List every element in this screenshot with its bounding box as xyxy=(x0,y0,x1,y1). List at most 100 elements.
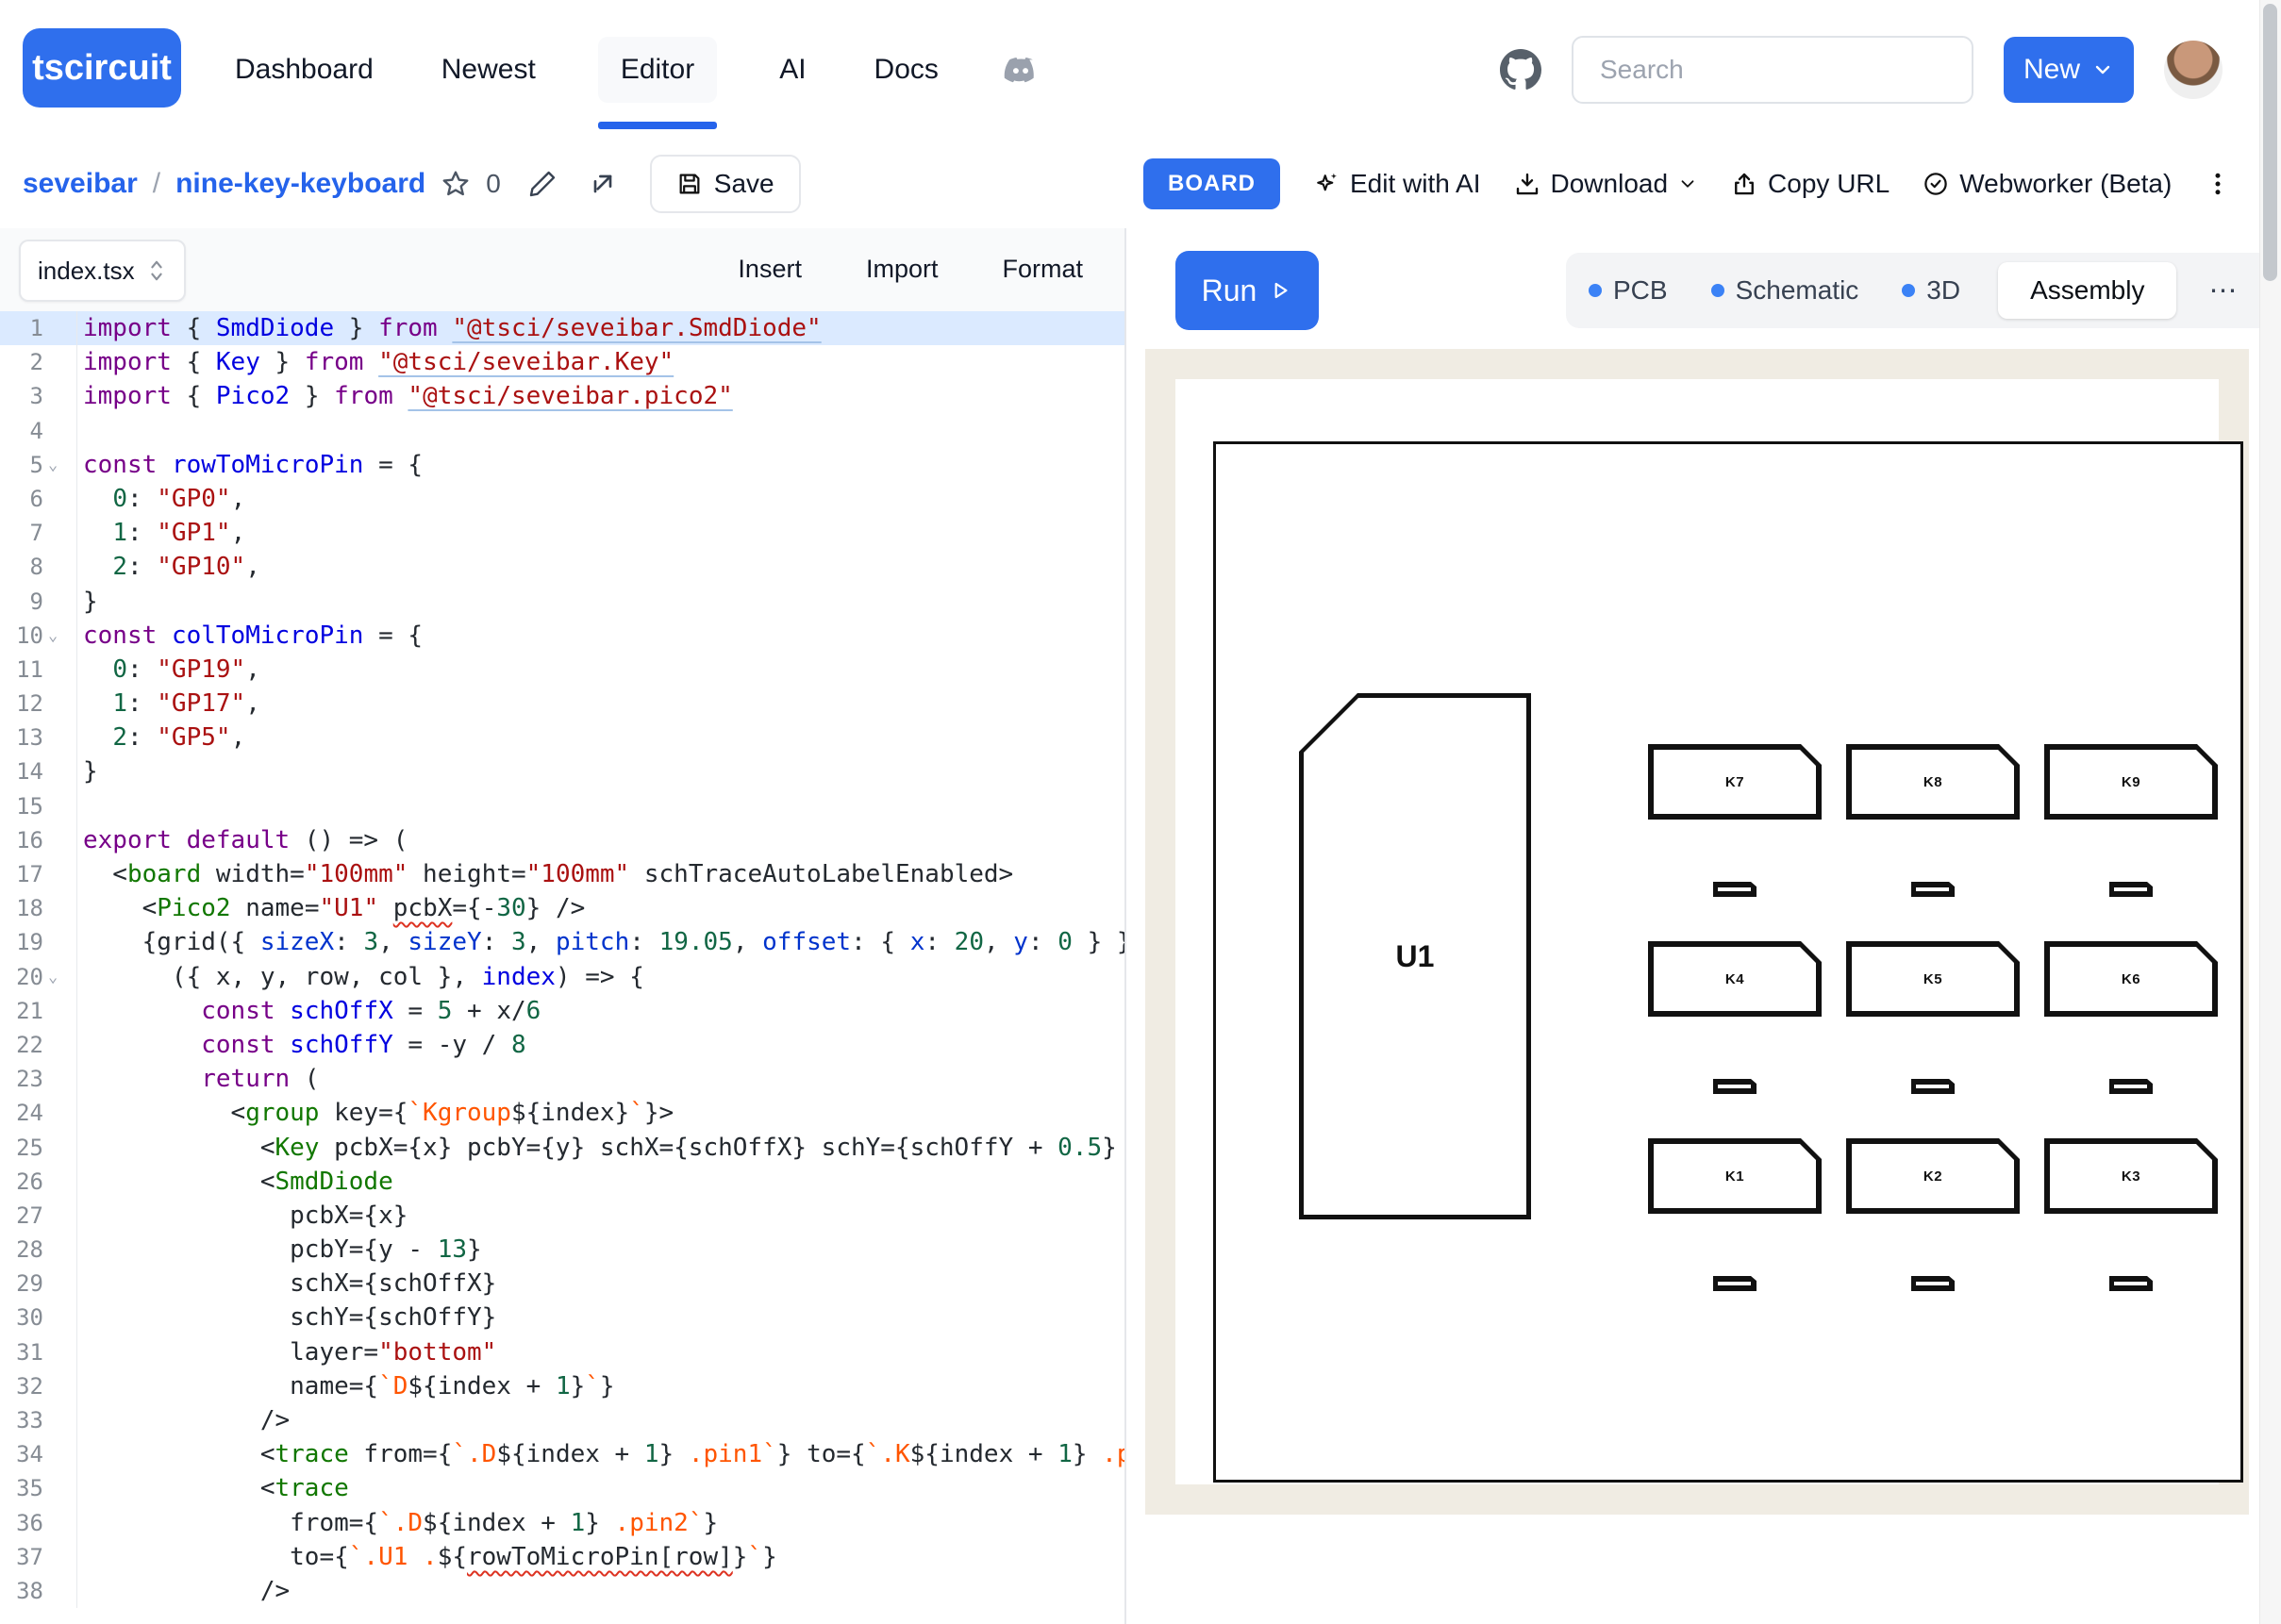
fold-spacer xyxy=(43,585,76,619)
nav-docs[interactable]: Docs xyxy=(869,37,944,103)
assembly-board: U1 K7K8K9K4K5K6K1K2K3 xyxy=(1213,441,2243,1483)
component-u1-body: U1 xyxy=(1304,698,1526,1215)
save-button[interactable]: Save xyxy=(650,155,801,213)
code-line[interactable]: 29 schX={schOffX} xyxy=(0,1267,1124,1301)
code-line[interactable]: 36 from={`.D${index + 1} .pin2`} xyxy=(0,1506,1124,1540)
code-line[interactable]: 11 0: "GP19", xyxy=(0,653,1124,687)
code-line[interactable]: 28 pcbY={y - 13} xyxy=(0,1233,1124,1267)
code-line[interactable]: 17 <board width="100mm" height="100mm" s… xyxy=(0,857,1124,891)
avatar[interactable] xyxy=(2164,41,2223,99)
tab-3d[interactable]: 3D xyxy=(1896,275,1966,306)
kebab-menu-icon[interactable] xyxy=(2204,168,2232,200)
code-line-text: const rowToMicroPin = { xyxy=(76,448,423,482)
nav-ai[interactable]: AI xyxy=(774,37,811,103)
tab-pcb[interactable]: PCB xyxy=(1583,275,1673,306)
code-line-text xyxy=(76,789,83,823)
code-line[interactable]: 4 xyxy=(0,414,1124,448)
code-line[interactable]: 35 <trace xyxy=(0,1471,1124,1505)
code-line[interactable]: 3import { Pico2 } from "@tsci/seveibar.p… xyxy=(0,379,1124,413)
menu-import[interactable]: Import xyxy=(866,255,939,284)
code-line[interactable]: 1import { SmdDiode } from "@tsci/seveiba… xyxy=(0,311,1124,345)
nav-dashboard[interactable]: Dashboard xyxy=(229,37,379,103)
code-line[interactable]: 7 1: "GP1", xyxy=(0,516,1124,550)
discord-icon[interactable] xyxy=(1001,50,1041,90)
pencil-icon[interactable] xyxy=(527,169,558,199)
nav-editor[interactable]: Editor xyxy=(598,37,717,103)
code-line[interactable]: 30 schY={schOffY} xyxy=(0,1301,1124,1334)
code-line[interactable]: 23 return ( xyxy=(0,1062,1124,1096)
open-share-icon[interactable] xyxy=(588,169,618,199)
star-icon[interactable] xyxy=(441,169,471,199)
fold-spacer xyxy=(43,1301,76,1334)
code-line[interactable]: 31 layer="bottom" xyxy=(0,1335,1124,1369)
fold-spacer xyxy=(43,379,76,413)
search-input[interactable] xyxy=(1572,36,1973,104)
code-line[interactable]: 8 2: "GP10", xyxy=(0,550,1124,584)
code-line[interactable]: 5⌄const rowToMicroPin = { xyxy=(0,448,1124,482)
key-body: K2 xyxy=(1852,1144,2014,1208)
tscircuit-logo[interactable]: tscircuit xyxy=(23,28,181,108)
copy-url-button[interactable]: Copy URL xyxy=(1730,169,1890,199)
fold-arrow-icon[interactable]: ⌄ xyxy=(43,960,76,994)
webworker-toggle[interactable]: Webworker (Beta) xyxy=(1922,169,2172,199)
code-line[interactable]: 16export default () => ( xyxy=(0,823,1124,857)
run-button[interactable]: Run xyxy=(1175,251,1319,330)
nav-newest[interactable]: Newest xyxy=(436,37,541,103)
code-line[interactable]: 20⌄ ({ x, y, row, col }, index) => { xyxy=(0,960,1124,994)
copy-url-label: Copy URL xyxy=(1768,169,1890,199)
tabs-more-icon[interactable]: ⋯ xyxy=(2208,274,2239,307)
code-line[interactable]: 19 {grid({ sizeX: 3, sizeY: 3, pitch: 19… xyxy=(0,925,1124,959)
code-line[interactable]: 22 const schOffY = -y / 8 xyxy=(0,1028,1124,1062)
code-line[interactable]: 38 /> xyxy=(0,1574,1124,1608)
menu-format[interactable]: Format xyxy=(1002,255,1083,284)
file-selector[interactable]: index.tsx xyxy=(19,240,186,302)
github-icon[interactable] xyxy=(1500,49,1541,91)
breadcrumb-project[interactable]: nine-key-keyboard xyxy=(175,168,425,200)
menu-insert[interactable]: Insert xyxy=(738,255,802,284)
fold-spacer xyxy=(43,1028,76,1062)
assembly-canvas[interactable]: U1 K7K8K9K4K5K6K1K2K3 xyxy=(1175,379,2219,1484)
code-line-text: from={`.D${index + 1} .pin2`} xyxy=(76,1506,718,1540)
tab-assembly[interactable]: Assembly xyxy=(1998,262,2176,319)
view-tabs: PCB Schematic 3D Assembly ⋯ xyxy=(1566,253,2275,328)
board-badge[interactable]: BOARD xyxy=(1143,158,1280,209)
code-line[interactable]: 13 2: "GP5", xyxy=(0,721,1124,754)
code-line[interactable]: 18 <Pico2 name="U1" pcbX={-30} /> xyxy=(0,891,1124,925)
code-line-text: 0: "GP0", xyxy=(76,482,245,516)
code-line[interactable]: 34 <trace from={`.D${index + 1} .pin1`} … xyxy=(0,1437,1124,1471)
code-line[interactable]: 12 1: "GP17", xyxy=(0,687,1124,721)
code-line[interactable]: 9} xyxy=(0,585,1124,619)
code-line-text: <SmdDiode xyxy=(76,1165,393,1199)
component-diode xyxy=(1713,882,1757,897)
code-line[interactable]: 26 <SmdDiode xyxy=(0,1165,1124,1199)
code-line[interactable]: 14} xyxy=(0,754,1124,788)
line-number: 3 xyxy=(0,379,43,413)
download-button[interactable]: Download xyxy=(1513,169,1699,199)
edit-with-ai-button[interactable]: Edit with AI xyxy=(1312,169,1481,199)
code-line[interactable]: 21 const schOffX = 5 + x/6 xyxy=(0,994,1124,1028)
code-line[interactable]: 37 to={`.U1 .${rowToMicroPin[row]}`} xyxy=(0,1540,1124,1574)
breadcrumb-owner[interactable]: seveibar xyxy=(23,168,138,200)
new-button[interactable]: New xyxy=(2004,37,2134,103)
fold-spacer xyxy=(43,1233,76,1267)
nav-editor-label: Editor xyxy=(621,54,694,85)
code-line[interactable]: 32 name={`D${index + 1}`} xyxy=(0,1369,1124,1403)
code-line[interactable]: 24 <group key={`Kgroup${index}`}> xyxy=(0,1096,1124,1130)
fold-arrow-icon[interactable]: ⌄ xyxy=(43,448,76,482)
code-line[interactable]: 6 0: "GP0", xyxy=(0,482,1124,516)
key-body: K9 xyxy=(2050,750,2212,814)
code-line[interactable]: 25 <Key pcbX={x} pcbY={y} schX={schOffX}… xyxy=(0,1131,1124,1165)
line-number: 18 xyxy=(0,891,43,925)
code-line[interactable]: 27 pcbX={x} xyxy=(0,1199,1124,1233)
code-line[interactable]: 33 /> xyxy=(0,1403,1124,1437)
fold-arrow-icon[interactable]: ⌄ xyxy=(43,619,76,653)
code-line[interactable]: 10⌄const colToMicroPin = { xyxy=(0,619,1124,653)
line-number: 23 xyxy=(0,1062,43,1096)
code-line[interactable]: 2import { Key } from "@tsci/seveibar.Key… xyxy=(0,345,1124,379)
chevron-down-icon xyxy=(2091,58,2114,81)
code-lines[interactable]: 1import { SmdDiode } from "@tsci/seveiba… xyxy=(0,311,1124,1624)
tab-schematic[interactable]: Schematic xyxy=(1706,275,1865,306)
code-line[interactable]: 15 xyxy=(0,789,1124,823)
download-icon xyxy=(1513,170,1541,198)
page-scrollbar-thumb[interactable] xyxy=(2263,4,2277,281)
